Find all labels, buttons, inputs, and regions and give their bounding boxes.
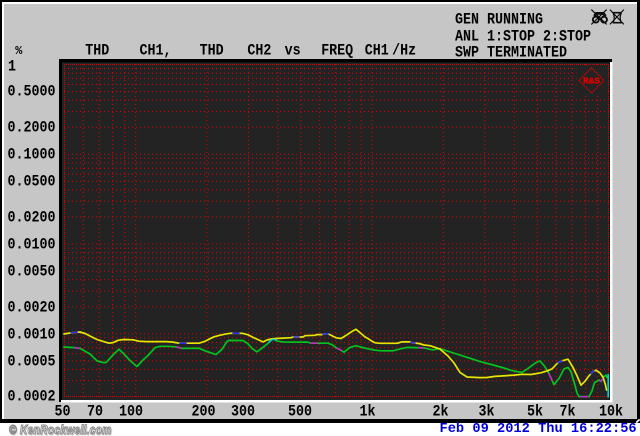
svg-text:R&S: R&S bbox=[583, 76, 600, 87]
